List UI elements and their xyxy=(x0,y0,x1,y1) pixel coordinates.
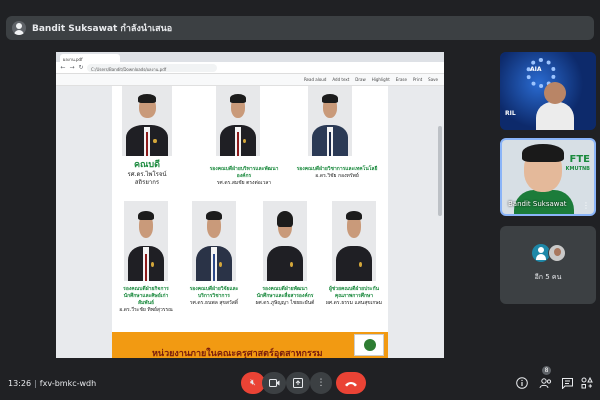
person-card: คณบดี รศ.ดร.ไพโรจน์ สถิรยากร xyxy=(122,86,172,187)
meeting-info: 13:26 | fxv-bmkc-wdh xyxy=(8,379,96,388)
people-count-badge: 8 xyxy=(542,366,551,375)
more-options-button[interactable]: ⋮ xyxy=(310,372,332,394)
pdf-tool-read-aloud[interactable]: Read aloud xyxy=(304,77,326,82)
meeting-code: fxv-bmkc-wdh xyxy=(39,379,97,388)
back-icon[interactable]: ← xyxy=(60,64,66,71)
more-vert-icon: ⋮ xyxy=(316,378,326,388)
person-name: รศ.ดร.ธนพล สุขสวัสดิ์ xyxy=(189,300,239,306)
people-button[interactable] xyxy=(536,374,554,392)
person-card xyxy=(308,86,352,156)
pdf-scrollbar[interactable] xyxy=(438,126,442,216)
person-photo xyxy=(216,86,260,156)
pdf-page: คณบดี รศ.ดร.ไพโรจน์ สถิรยากร รองคณบดีฝ่า… xyxy=(112,86,388,358)
participant-name: Bandit Suksawat xyxy=(508,200,567,208)
person-card xyxy=(216,86,260,156)
activities-button[interactable] xyxy=(578,374,596,392)
tile-caption: RIL xyxy=(505,110,516,117)
person-title: รองคณบดีฝ่ายบริหารและพัฒนาองค์กร xyxy=(209,166,279,179)
pdf-tool-save[interactable]: Save xyxy=(428,77,438,82)
meeting-details-button[interactable] xyxy=(513,374,531,392)
participant-face xyxy=(544,82,566,104)
person-title: รองคณบดีฝ่ายพัฒนานักศึกษาและสื่อสารองค์ก… xyxy=(256,286,314,299)
pdf-tool-add-text[interactable]: Add text xyxy=(332,77,349,82)
person-photo xyxy=(124,201,168,281)
mic-off-icon: 🔇︎ xyxy=(250,378,256,388)
person-caption: รองคณบดีฝ่ายบริหารและพัฒนาองค์กร รศ.ดร.ส… xyxy=(204,166,284,187)
pdf-area: คณบดี รศ.ดร.ไพโรจน์ สถิรยากร รองคณบดีฝ่า… xyxy=(56,86,444,358)
chat-icon xyxy=(561,377,573,389)
address-bar[interactable]: C:/Users/Bandit/Downloads/ผลงาน.pdf xyxy=(87,63,217,72)
forward-icon[interactable]: → xyxy=(69,64,75,71)
banner-text: หน่วยงานภายในคณะครุศาสตร์อุตสาหกรรม xyxy=(152,349,323,358)
fte-logo-sub: KMUTNB xyxy=(565,166,590,172)
person-title: ผู้ช่วยคณบดีฝ่ายประกันคุณภาพการศึกษา xyxy=(328,286,380,299)
slide-banner: หน่วยงานภายในคณะครุศาสตร์อุตสาหกรรม xyxy=(112,332,388,358)
tile-logo-text: AIA xyxy=(530,66,542,73)
person-caption: รองคณบดีฝ่ายวิชาการและเทคโนโลยี อ.ดร.วิช… xyxy=(292,166,382,180)
person-title: รองคณบดีฝ่ายวิจัยและบริการวิชาการ xyxy=(189,286,239,299)
activities-icon xyxy=(581,377,593,389)
person-name: ผศ.ดร.ธรรม แสนสุขเกษม xyxy=(325,300,382,306)
person-card: รองคณบดีฝ่ายวิจัยและบริการวิชาการ รศ.ดร.… xyxy=(186,201,242,307)
presenter-text: Bandit Suksawat กำลังนำเสนอ xyxy=(32,24,173,34)
faculty-logo xyxy=(354,334,384,356)
present-button[interactable] xyxy=(286,372,310,394)
person-name: อ.ดร.วิชัย กองทรัพย์ xyxy=(315,173,359,179)
pdf-tool-highlight[interactable]: Highlight xyxy=(372,77,390,82)
participant-tile-2[interactable]: FTE KMUTNB Bandit Suksawat ⋮ xyxy=(500,138,596,216)
chat-button[interactable] xyxy=(558,374,576,392)
person-title: คณบดี xyxy=(134,160,160,170)
reload-icon[interactable]: ↻ xyxy=(78,64,84,71)
presenter-banner: Bandit Suksawat กำลังนำเสนอ xyxy=(6,16,594,40)
pdf-tool-print[interactable]: Print xyxy=(413,77,422,82)
person-title: รองคณบดีฝ่ายกิจการนักศึกษาและศิษย์เก่าสั… xyxy=(123,286,169,306)
others-count-label: อีก 5 คน xyxy=(534,273,562,281)
browser-tab[interactable]: ผลงาน.pdf xyxy=(60,54,120,62)
participant-hair xyxy=(522,144,564,162)
fte-logo: FTE xyxy=(569,154,590,165)
pdf-toolbar: Read aloud Add text Draw Highlight Erase… xyxy=(56,74,444,86)
pdf-tool-draw[interactable]: Draw xyxy=(355,77,365,82)
browser-toolbar: ← → ↻ C:/Users/Bandit/Downloads/ผลงาน.pd… xyxy=(56,62,444,74)
presenter-avatar xyxy=(12,21,26,35)
avatar xyxy=(548,244,566,262)
person-name: รศ.ดร.ไพโรจน์ สถิรยากร xyxy=(127,171,167,186)
participant-tile-1[interactable]: AIA RIL xyxy=(500,52,596,130)
hangup-icon xyxy=(345,381,357,386)
person-name: รศ.ดร.สมชัย ตรงต่อเวลา xyxy=(216,180,272,186)
participant-body xyxy=(536,102,574,130)
person-title: รองคณบดีฝ่ายวิชาการและเทคโนโลยี xyxy=(296,166,378,172)
browser-tabbar: ผลงาน.pdf xyxy=(56,52,444,62)
info-icon xyxy=(516,377,528,389)
person-photo xyxy=(192,201,236,281)
person-card: รองคณบดีฝ่ายพัฒนานักศึกษาและสื่อสารองค์ก… xyxy=(254,201,316,307)
person-photo xyxy=(332,201,376,281)
person-name: อ.ดร.วีระชัย ทิพย์สุวรรณ xyxy=(119,307,173,313)
clock-time: 13:26 xyxy=(8,379,32,388)
leave-call-button[interactable] xyxy=(336,372,366,394)
participant-tile-others[interactable]: อีก 5 คน xyxy=(500,226,596,304)
pdf-tool-erase[interactable]: Erase xyxy=(396,77,407,82)
present-icon xyxy=(293,378,303,388)
camera-toggle-button[interactable] xyxy=(262,372,286,394)
person-photo xyxy=(308,86,352,156)
person-card: ผู้ช่วยคณบดีฝ่ายประกันคุณภาพการศึกษา ผศ.… xyxy=(324,201,384,307)
camera-icon xyxy=(268,379,279,387)
person-photo xyxy=(263,201,307,281)
more-options-icon[interactable]: ⋮ xyxy=(582,201,590,210)
people-icon xyxy=(539,377,551,388)
person-name: ผศ.ดร.ภูษิญญา ไชยยะยันต์ xyxy=(255,300,315,306)
separator: | xyxy=(34,379,37,388)
person-photo xyxy=(122,86,172,156)
person-card: รองคณบดีฝ่ายกิจการนักศึกษาและศิษย์เก่าสั… xyxy=(118,201,174,314)
shared-screen[interactable]: ผลงาน.pdf ← → ↻ C:/Users/Bandit/Download… xyxy=(56,52,444,358)
